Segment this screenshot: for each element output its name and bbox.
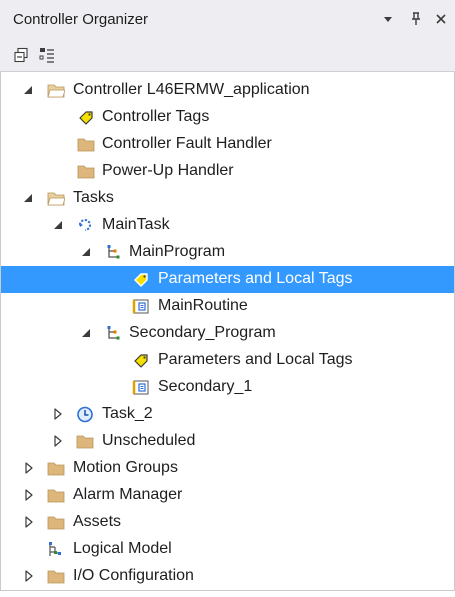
tree-item-controller[interactable]: Controller L46ERMW_application — [1, 77, 454, 104]
tree-item-main-program-params[interactable]: Parameters and Local Tags — [1, 266, 454, 293]
routine-icon — [132, 298, 150, 315]
collapse-arrow-icon[interactable] — [80, 246, 92, 258]
folder-icon — [47, 487, 65, 504]
tree-item-logical-model[interactable]: Logical Model — [1, 536, 454, 563]
tree-item-label: Logical Model — [73, 540, 172, 557]
close-icon[interactable] — [430, 8, 452, 30]
tree-item-secondary-1[interactable]: Secondary_1 — [1, 374, 454, 401]
tag-icon — [132, 271, 150, 288]
controller-organizer-panel: Controller Organizer Controller L46ERMW_… — [0, 0, 455, 597]
tree-item-alarm-manager[interactable]: Alarm Manager — [1, 482, 454, 509]
tree-item-main-program[interactable]: MainProgram — [1, 239, 454, 266]
tag-icon — [132, 352, 150, 369]
panel-bottom-border — [0, 590, 455, 597]
tree-item-tasks[interactable]: Tasks — [1, 185, 454, 212]
tree-item-controller-tags[interactable]: Controller Tags — [1, 104, 454, 131]
tree-item-secondary-params[interactable]: Parameters and Local Tags — [1, 347, 454, 374]
tag-icon — [77, 109, 95, 126]
folder-icon — [76, 433, 94, 450]
tree-item-controller-fault-handler[interactable]: Controller Fault Handler — [1, 131, 454, 158]
tree-item-label: Parameters and Local Tags — [158, 351, 353, 368]
collapse-arrow-icon[interactable] — [80, 327, 92, 339]
expand-arrow-icon[interactable] — [52, 435, 64, 447]
collapse-arrow-icon[interactable] — [22, 84, 34, 96]
tree-item-label: MainProgram — [129, 243, 226, 260]
continuous-task-icon — [76, 217, 94, 234]
panel-toolbar — [0, 38, 455, 72]
collapse-all-icon[interactable] — [10, 44, 32, 66]
tree-item-power-up-handler[interactable]: Power-Up Handler — [1, 158, 454, 185]
collapse-arrow-icon[interactable] — [52, 219, 64, 231]
tree-item-label: Alarm Manager — [73, 486, 183, 503]
folder-open-icon — [47, 82, 65, 99]
expand-arrow-icon[interactable] — [52, 408, 64, 420]
tree-item-label: Controller L46ERMW_application — [73, 81, 310, 98]
panel-title: Controller Organizer — [13, 11, 149, 28]
logical-model-icon — [47, 541, 65, 558]
tree-item-label: I/O Configuration — [73, 567, 194, 584]
folder-icon — [47, 568, 65, 585]
tree-item-label: Motion Groups — [73, 459, 178, 476]
tree-item-label: MainRoutine — [158, 297, 248, 314]
routine-icon — [132, 379, 150, 396]
view-options-icon[interactable] — [36, 44, 58, 66]
tree-item-secondary-program[interactable]: Secondary_Program — [1, 320, 454, 347]
panel-titlebar: Controller Organizer — [0, 0, 455, 38]
program-icon — [104, 244, 122, 261]
folder-icon — [47, 514, 65, 531]
tree-item-io-configuration[interactable]: I/O Configuration — [1, 563, 454, 590]
folder-icon — [47, 460, 65, 477]
folder-icon — [77, 136, 95, 153]
dropdown-arrow-icon[interactable] — [377, 8, 399, 30]
periodic-task-clock-icon — [76, 406, 94, 423]
tree-item-main-routine[interactable]: MainRoutine — [1, 293, 454, 320]
tree-item-label: Tasks — [73, 189, 114, 206]
expand-arrow-icon[interactable] — [23, 570, 35, 582]
tree-item-unscheduled[interactable]: Unscheduled — [1, 428, 454, 455]
tree-item-label: Controller Fault Handler — [102, 135, 272, 152]
tree-item-task-2[interactable]: Task_2 — [1, 401, 454, 428]
program-icon — [104, 325, 122, 342]
tree-item-label: Assets — [73, 513, 122, 530]
collapse-arrow-icon[interactable] — [22, 192, 34, 204]
tree-item-label: Secondary_1 — [158, 378, 253, 395]
tree-item-label: MainTask — [102, 216, 170, 233]
folder-open-icon — [47, 190, 65, 207]
folder-icon — [77, 163, 95, 180]
tree-item-label: Controller Tags — [102, 108, 210, 125]
tree-item-label: Unscheduled — [102, 432, 196, 449]
tree-item-label: Parameters and Local Tags — [158, 270, 353, 287]
expand-arrow-icon[interactable] — [23, 462, 35, 474]
tree-item-label: Secondary_Program — [129, 324, 276, 341]
tree-item-assets[interactable]: Assets — [1, 509, 454, 536]
project-tree: Controller L46ERMW_application Controlle… — [0, 72, 455, 597]
expand-arrow-icon[interactable] — [23, 516, 35, 528]
tree-item-motion-groups[interactable]: Motion Groups — [1, 455, 454, 482]
pin-icon[interactable] — [405, 8, 427, 30]
tree-item-label: Task_2 — [102, 405, 153, 422]
tree-item-main-task[interactable]: MainTask — [1, 212, 454, 239]
expand-arrow-icon[interactable] — [23, 489, 35, 501]
tree-item-label: Power-Up Handler — [102, 162, 234, 179]
